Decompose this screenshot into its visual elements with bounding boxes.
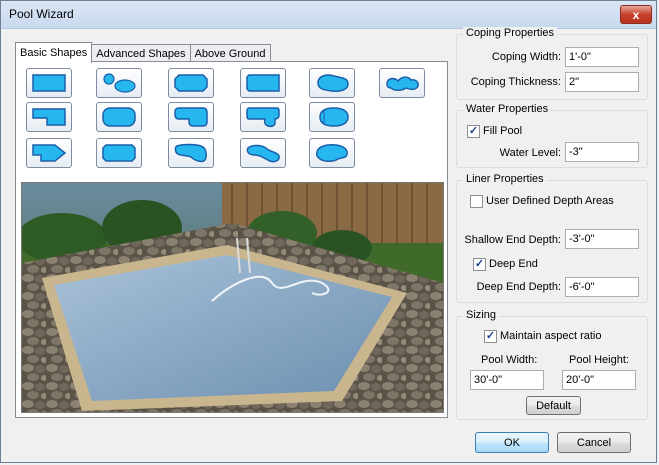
lazy-l-shape-icon <box>319 107 349 127</box>
pool-height-input[interactable]: 20'-0" <box>562 370 636 390</box>
shape-button-rounded-rectangle[interactable] <box>96 102 142 132</box>
pool-preview-image <box>22 183 443 412</box>
sizing-group: Sizing ✓ Maintain aspect ratio Pool Widt… <box>456 309 648 420</box>
fill-pool-label: Fill Pool <box>483 125 523 137</box>
ok-button[interactable]: OK <box>475 432 549 453</box>
shape-button-kidney[interactable] <box>309 68 355 98</box>
window-title: Pool Wizard <box>9 7 74 21</box>
pool-height-label: Pool Height: <box>569 354 629 366</box>
coping-thickness-input[interactable]: 2" <box>565 72 639 92</box>
shape-button-octagon[interactable] <box>168 68 214 98</box>
cancel-button[interactable]: Cancel <box>557 432 631 453</box>
deep-end-checkbox[interactable]: ✓ <box>473 258 486 271</box>
title-bar[interactable]: Pool Wizard x <box>1 1 656 29</box>
maintain-aspect-ratio-checkbox[interactable]: ✓ <box>484 330 497 343</box>
shape-button-clipped-rectangle[interactable] <box>240 68 286 98</box>
user-defined-depth-label: User Defined Depth Areas <box>486 195 614 207</box>
coping-thickness-label: Coping Thickness: <box>470 76 561 88</box>
curved-l-shape-icon <box>174 143 207 163</box>
shape-button-freeform-lagoon[interactable] <box>379 68 425 98</box>
shallow-end-depth-input[interactable]: -3'-0" <box>565 229 639 249</box>
pool-width-input[interactable]: 30'-0" <box>470 370 544 390</box>
liner-properties-group: Liner Properties User Defined Depth Area… <box>456 173 648 303</box>
rounded-l-shape-icon <box>174 107 208 127</box>
sizing-legend: Sizing <box>463 309 499 321</box>
keyhole-shape-icon <box>246 107 280 128</box>
close-icon: x <box>632 7 640 22</box>
rounded-rectangle-shape-icon <box>102 107 136 127</box>
shape-button-lazy-l[interactable] <box>309 102 355 132</box>
shape-button-rectangle[interactable] <box>26 68 72 98</box>
shape-button-rounded-l[interactable] <box>168 102 214 132</box>
oval-ends-shape-icon <box>102 144 136 162</box>
pool-width-label: Pool Width: <box>481 354 538 366</box>
shape-button-l-shape[interactable] <box>26 102 72 132</box>
coping-width-label: Coping Width: <box>491 51 561 63</box>
pool-3d-preview[interactable] <box>21 182 444 413</box>
l-shape-icon <box>32 108 66 126</box>
shape-button-bean[interactable] <box>240 138 286 168</box>
coping-width-input[interactable]: 1'-0" <box>565 47 639 67</box>
basic-shapes-panel <box>15 61 448 418</box>
curved-freeform-shape-icon <box>315 144 348 162</box>
bean-shape-icon <box>246 144 280 163</box>
tab-above-ground[interactable]: Above Ground <box>189 44 271 62</box>
rectangle-shape-icon <box>32 74 66 92</box>
deep-end-depth-label: Deep End Depth: <box>476 281 561 293</box>
rectangle-spa-shape-icon <box>103 73 136 93</box>
liner-properties-legend: Liner Properties <box>463 173 547 185</box>
shape-button-keyhole[interactable] <box>240 102 286 132</box>
kidney-shape-icon <box>317 74 349 92</box>
shape-button-rectangle-spa[interactable] <box>96 68 142 98</box>
shape-button-curved-l[interactable] <box>168 138 214 168</box>
water-level-input[interactable]: -3" <box>565 142 639 162</box>
fill-pool-checkbox[interactable]: ✓ <box>467 125 480 138</box>
default-button[interactable]: Default <box>526 396 581 415</box>
water-properties-group: Water Properties ✓ Fill Pool Water Level… <box>456 103 648 168</box>
water-properties-legend: Water Properties <box>463 103 552 115</box>
deep-end-depth-input[interactable]: -6'-0" <box>565 277 639 297</box>
deep-end-label: Deep End <box>489 258 538 270</box>
arrow-end-shape-icon <box>32 144 67 162</box>
tab-basic-shapes[interactable]: Basic Shapes <box>15 42 93 63</box>
water-level-label: Water Level: <box>499 147 561 159</box>
coping-properties-legend: Coping Properties <box>463 27 558 39</box>
coping-properties-group: Coping Properties Coping Width: 1'-0" Co… <box>456 27 648 100</box>
clipped-rectangle-shape-icon <box>246 74 280 92</box>
octagon-shape-icon <box>174 74 208 92</box>
shape-button-curved-freeform[interactable] <box>309 138 355 168</box>
freeform-lagoon-shape-icon <box>386 76 419 91</box>
maintain-aspect-ratio-label: Maintain aspect ratio <box>500 330 602 342</box>
shape-button-arrow-end[interactable] <box>26 138 72 168</box>
shape-button-oval-ends[interactable] <box>96 138 142 168</box>
user-defined-depth-checkbox[interactable] <box>470 195 483 208</box>
pool-wizard-dialog: Pool Wizard x Basic Shapes Advanced Shap… <box>0 0 657 463</box>
close-button[interactable]: x <box>620 5 652 24</box>
shallow-end-depth-label: Shallow End Depth: <box>464 234 561 246</box>
shape-tabs: Basic Shapes Advanced Shapes Above Groun… <box>15 42 271 63</box>
tab-advanced-shapes[interactable]: Advanced Shapes <box>91 44 191 62</box>
